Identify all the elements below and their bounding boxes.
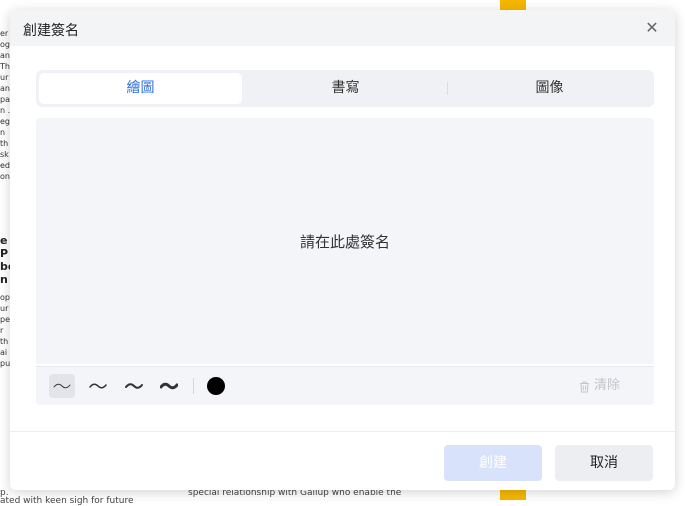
stroke-thin-button[interactable] — [49, 374, 75, 398]
clear-button[interactable]: 清除 — [578, 377, 620, 395]
drawing-toolbar: 清除 — [36, 366, 654, 405]
background-accent-bar — [500, 0, 526, 10]
stroke-medium-icon — [89, 383, 107, 389]
canvas-placeholder: 請在此處簽名 — [299, 232, 390, 251]
pen-color-picker[interactable] — [207, 377, 225, 395]
dialog-header: 創建簽名 ✕ — [10, 10, 675, 46]
stroke-thick-button[interactable] — [121, 374, 147, 398]
stroke-extra-thick-button[interactable] — [156, 374, 182, 398]
signature-mode-tabs: 繪圖 書寫 圖像 — [36, 70, 654, 107]
create-signature-dialog: 創建簽名 ✕ 繪圖 書寫 圖像 請在此處簽名 清除 創建 取消 — [10, 10, 675, 490]
stroke-thin-icon — [53, 383, 71, 389]
stroke-extra-thick-icon — [160, 382, 178, 390]
close-icon[interactable]: ✕ — [643, 19, 661, 37]
stroke-medium-button[interactable] — [85, 374, 111, 398]
footer-divider — [10, 431, 675, 432]
toolbar-divider — [193, 378, 194, 394]
trash-icon — [579, 381, 589, 392]
stroke-thick-icon — [125, 383, 143, 389]
bg-bottom-text: ated with keen sigh for future — [0, 496, 134, 506]
clear-label: 清除 — [593, 378, 620, 393]
create-button[interactable]: 創建 — [444, 445, 542, 481]
dialog-title: 創建簽名 — [23, 23, 79, 39]
tab-draw[interactable]: 繪圖 — [39, 73, 242, 104]
tab-image[interactable]: 圖像 — [448, 73, 651, 104]
signature-canvas[interactable]: 請在此處簽名 — [36, 118, 654, 364]
cancel-button[interactable]: 取消 — [555, 445, 653, 481]
tab-type[interactable]: 書寫 — [244, 73, 447, 104]
